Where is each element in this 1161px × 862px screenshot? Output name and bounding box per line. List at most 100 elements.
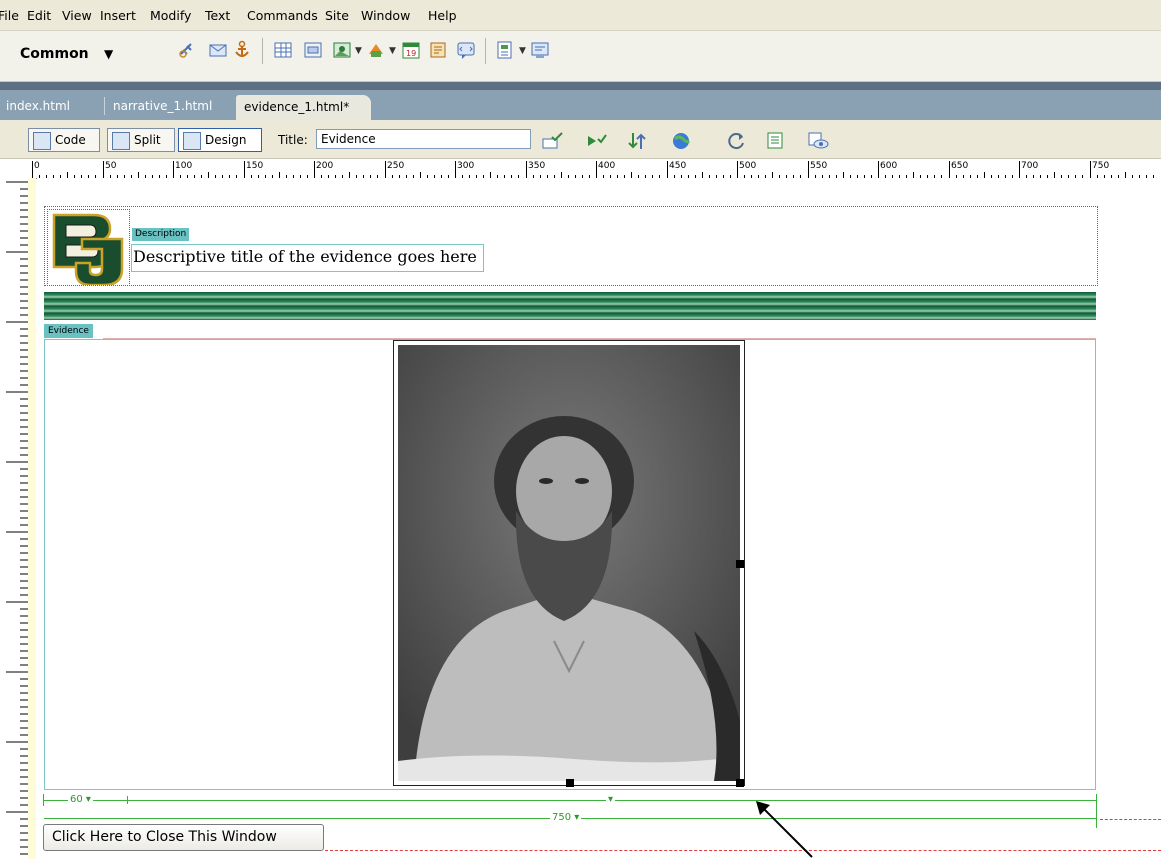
ruler-major-tick — [314, 161, 315, 178]
close-window-button[interactable]: Click Here to Close This Window — [43, 824, 324, 851]
preview-browser-icon[interactable] — [671, 131, 691, 151]
title-label: Title: — [278, 133, 308, 147]
ruler-major-tick — [103, 161, 104, 178]
design-view-button[interactable]: Design — [178, 128, 262, 152]
split-view-icon — [112, 132, 130, 150]
column-width-value: 60 — [70, 794, 83, 805]
hyperlink-icon[interactable] — [177, 40, 197, 60]
ruler-label: 250 — [387, 161, 405, 171]
portrait-photo — [398, 345, 740, 781]
column-width-guide — [44, 800, 1097, 801]
ruler-major-tick — [173, 161, 174, 178]
page-boundary-line — [325, 850, 1161, 851]
evidence-region-tag[interactable]: Evidence — [44, 324, 93, 338]
vertical-ruler — [0, 178, 29, 859]
ruler-label: 700 — [1021, 161, 1039, 171]
menu-site[interactable]: Site — [325, 8, 349, 23]
resize-handle-right[interactable] — [736, 560, 744, 568]
ruler-label: 650 — [951, 161, 969, 171]
column-width-label[interactable]: 60 ▾ — [68, 794, 93, 805]
ruler-label: 200 — [316, 161, 334, 171]
image-icon[interactable] — [332, 40, 352, 60]
ruler-label: 550 — [810, 161, 828, 171]
media-icon[interactable] — [366, 40, 386, 60]
tab-narrative[interactable]: narrative_1.html — [113, 99, 212, 113]
insert-toolbar — [0, 31, 1161, 82]
media-dropdown-chevron[interactable]: ▼ — [389, 46, 396, 56]
view-options-icon[interactable] — [766, 131, 786, 151]
insert-category-label[interactable]: Common — [20, 46, 89, 62]
ruler-label: 300 — [457, 161, 475, 171]
ruler-major-tick — [808, 161, 809, 178]
template-icon[interactable] — [495, 40, 515, 60]
named-anchor-icon[interactable] — [232, 40, 252, 60]
ruler-major-tick — [667, 161, 668, 178]
ruler-label: 50 — [105, 161, 117, 171]
evidence-photo[interactable] — [393, 340, 745, 786]
resize-handle-corner[interactable] — [736, 779, 744, 787]
column-menu-chevron[interactable]: ▾ — [606, 794, 616, 805]
widget-icon[interactable] — [530, 40, 550, 60]
ruler-label: 400 — [598, 161, 616, 171]
tab-index[interactable]: index.html — [6, 99, 70, 113]
ruler-label: 0 — [34, 161, 40, 171]
menu-window[interactable]: Window — [361, 8, 410, 23]
page-boundary-line — [1100, 819, 1161, 820]
ruler-label: 100 — [175, 161, 193, 171]
design-view-label: Design — [205, 133, 247, 147]
browser-check-icon[interactable] — [542, 131, 563, 151]
ruler-major-tick — [878, 161, 879, 178]
split-view-button[interactable]: Split — [107, 128, 175, 152]
guide-tick — [127, 796, 128, 804]
code-view-button[interactable]: Code — [28, 128, 100, 152]
ruler-major-tick — [32, 161, 33, 178]
design-view-icon — [183, 132, 201, 150]
resize-handle-bottom[interactable] — [566, 779, 574, 787]
comment-icon[interactable] — [428, 40, 448, 60]
vertical-ruler-ticks — [6, 181, 28, 855]
ruler-major-tick — [596, 161, 597, 178]
chevron-down-icon[interactable]: ▼ — [104, 47, 113, 61]
ruler-major-tick — [949, 161, 950, 178]
menu-view[interactable]: View — [62, 8, 92, 23]
refresh-icon[interactable] — [727, 131, 747, 151]
green-stripe-banner — [44, 292, 1096, 320]
menu-text[interactable]: Text — [205, 8, 230, 23]
menu-file[interactable]: File — [0, 8, 19, 23]
image-dropdown-chevron[interactable]: ▼ — [355, 46, 362, 56]
table-width-label[interactable]: 750 ▾ — [550, 812, 582, 823]
ruler-major-tick — [385, 161, 386, 178]
tag-chooser-icon[interactable] — [456, 40, 476, 60]
guide-tick — [43, 794, 44, 806]
ruler-major-tick — [455, 161, 456, 178]
ruler-label: 450 — [669, 161, 687, 171]
ruler-major-tick — [244, 161, 245, 178]
template-dropdown-chevron[interactable]: ▼ — [519, 46, 526, 56]
table-icon[interactable] — [273, 40, 293, 60]
ruler-major-tick — [1090, 161, 1091, 178]
page-title-input[interactable]: Evidence — [316, 129, 531, 149]
code-view-label: Code — [55, 133, 86, 147]
ruler-label: 600 — [880, 161, 898, 171]
menu-modify[interactable]: Modify — [150, 8, 191, 23]
menu-bar: File Edit View Insert Modify Text Comman… — [0, 0, 1161, 31]
baylor-bu-logo — [52, 213, 124, 287]
menu-help[interactable]: Help — [428, 8, 457, 23]
annotation-arrow — [756, 801, 813, 858]
layer-icon[interactable] — [303, 40, 323, 60]
date-icon[interactable]: 19 — [401, 40, 421, 60]
email-link-icon[interactable] — [208, 40, 228, 60]
ruler-margin-strip — [28, 178, 36, 859]
menu-commands[interactable]: Commands — [247, 8, 318, 23]
visual-aids-icon[interactable] — [807, 131, 829, 151]
validate-markup-icon[interactable] — [586, 131, 607, 151]
split-view-label: Split — [134, 133, 161, 147]
tab-evidence-label[interactable]: evidence_1.html* — [244, 100, 349, 114]
file-transfer-icon[interactable] — [627, 131, 647, 151]
logo-cell[interactable] — [47, 209, 130, 287]
panel-divider — [0, 82, 1161, 90]
description-text[interactable]: Descriptive title of the evidence goes h… — [133, 247, 477, 266]
menu-edit[interactable]: Edit — [27, 8, 51, 23]
menu-insert[interactable]: Insert — [100, 8, 136, 23]
description-region-tag[interactable]: Description — [132, 228, 190, 241]
